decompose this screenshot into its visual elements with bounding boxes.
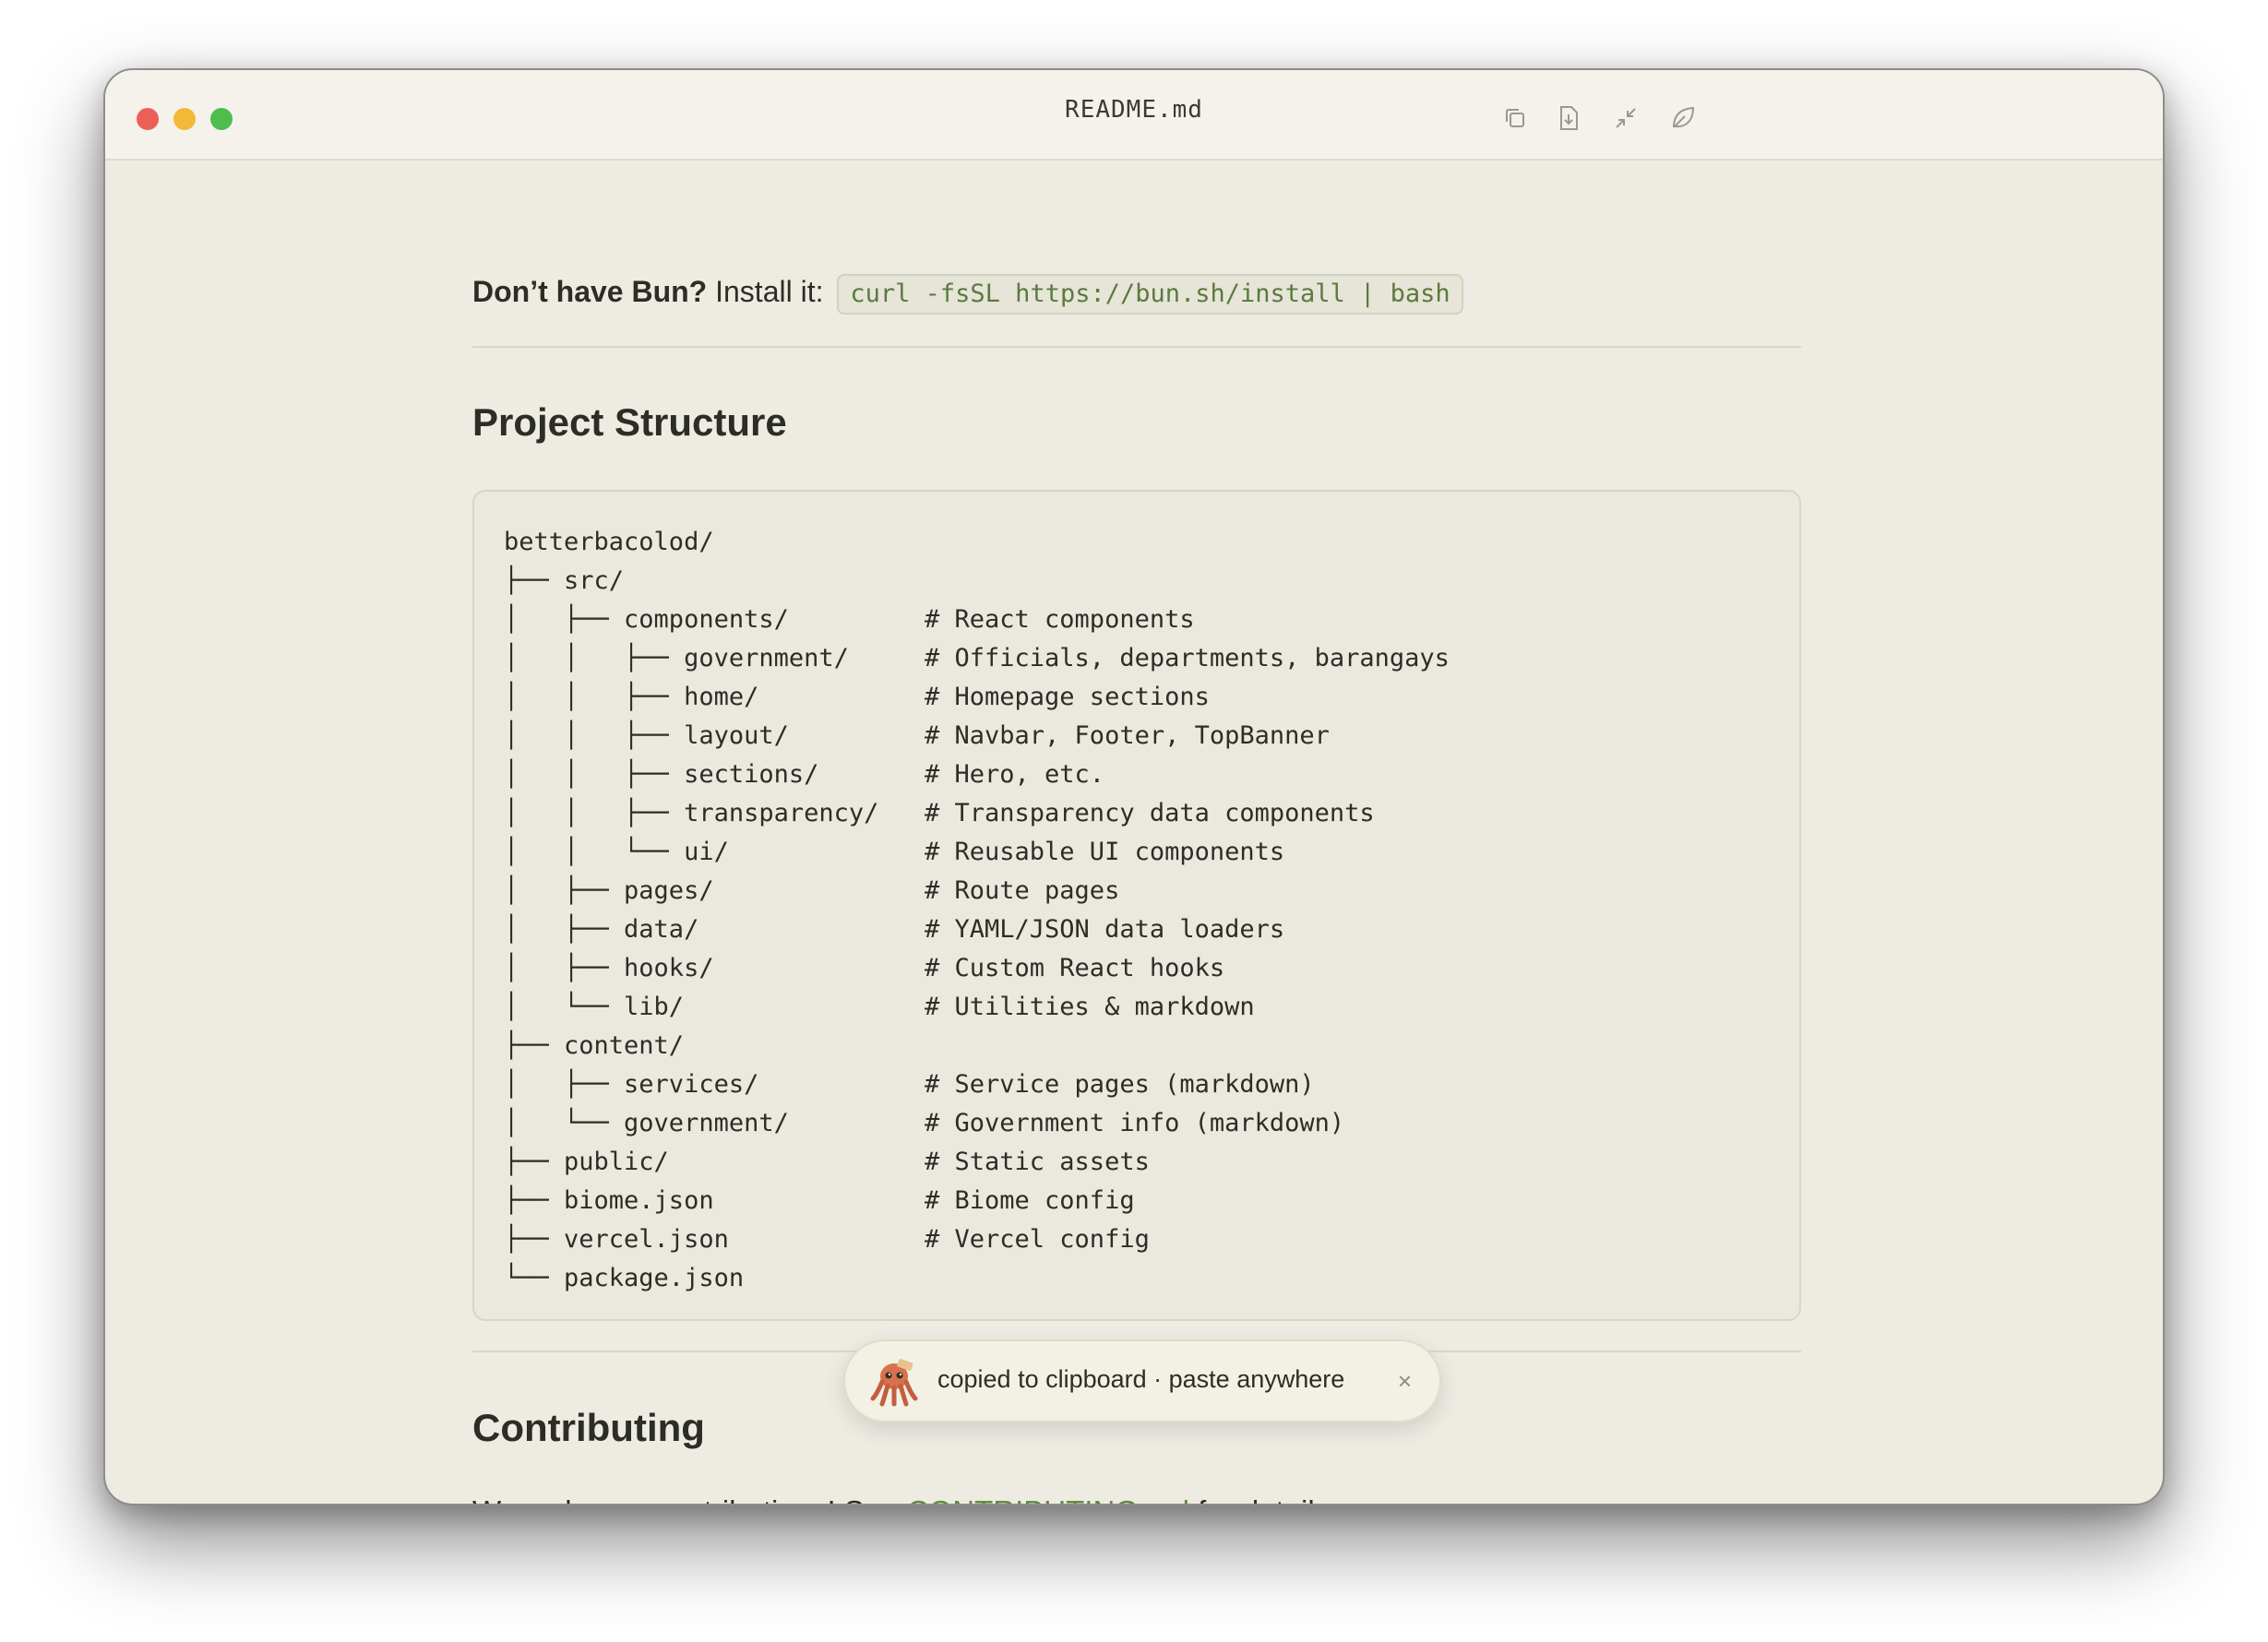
tree-comment: # YAML/JSON data loaders — [925, 915, 1285, 944]
tree-entry: ├── vercel.json — [504, 1225, 729, 1254]
install-command[interactable]: curl -fsSL https://bun.sh/install | bash — [837, 273, 1463, 315]
tree-entry: │ ├── hooks/ — [504, 954, 714, 982]
window-title: README.md — [1065, 96, 1203, 124]
code-line: │ │ └── ui/ # Reusable UI components — [504, 833, 1284, 872]
tree-comment: # Biome config — [925, 1186, 1135, 1215]
tree-entry: │ │ ├── sections/ — [504, 760, 819, 789]
tree-entry: │ │ ├── home/ — [504, 683, 759, 711]
contributing-paragraph: We welcome contributions! See CONTRIBUTI… — [472, 1494, 1338, 1504]
code-line: │ │ ├── transparency/ # Transparency data… — [504, 794, 1375, 833]
tree-entry: │ ├── services/ — [504, 1070, 759, 1099]
tree-entry: ├── content/ — [504, 1031, 685, 1060]
app-window: README.md Don’t have Bun? Install it: cu… — [103, 68, 2165, 1505]
tree-comment: # Navbar, Footer, TopBanner — [925, 721, 1330, 750]
tree-entry: ├── biome.json — [504, 1186, 714, 1215]
tree-entry: │ ├── pages/ — [504, 876, 714, 905]
code-line: ├── src/ — [504, 562, 624, 601]
code-line: │ ├── data/ # YAML/JSON data loaders — [504, 910, 1284, 949]
tree-comment: # Custom React hooks — [925, 954, 1225, 982]
code-line: │ │ ├── government/ # Officials, departme… — [504, 639, 1450, 678]
install-bold: Don’t have Bun? — [472, 275, 708, 308]
toast-message: copied to clipboard · paste anywhere — [937, 1365, 1345, 1393]
code-line: ├── biome.json # Biome config — [504, 1182, 1135, 1220]
code-line: betterbacolod/ — [504, 523, 714, 562]
octopus-mascot-icon — [869, 1358, 919, 1408]
title-bar: README.md — [105, 70, 2163, 161]
tree-comment: # Utilities & markdown — [925, 993, 1255, 1021]
copy-icon[interactable] — [1500, 103, 1530, 133]
project-structure-heading: Project Structure — [472, 400, 787, 444]
tree-entry: │ │ └── ui/ — [504, 838, 729, 866]
tree-entry: ├── public/ — [504, 1148, 669, 1176]
tree-entry: │ ├── data/ — [504, 915, 699, 944]
code-line: │ └── lib/ # Utilities & markdown — [504, 988, 1255, 1027]
tree-comment: # Static assets — [925, 1148, 1150, 1176]
download-icon[interactable] — [1554, 103, 1583, 133]
code-line: │ ├── hooks/ # Custom React hooks — [504, 949, 1224, 988]
code-line: ├── vercel.json # Vercel config — [504, 1220, 1150, 1259]
code-line: │ │ ├── layout/ # Navbar, Footer, TopBann… — [504, 717, 1330, 756]
code-line: │ ├── services/ # Service pages (markdown… — [504, 1065, 1315, 1104]
contributing-text-after: for details. — [1198, 1494, 1338, 1504]
collapse-icon[interactable] — [1611, 103, 1641, 133]
clipboard-toast: copied to clipboard · paste anywhere × — [843, 1339, 1441, 1422]
install-line: Don’t have Bun? Install it: curl -fsSL h… — [472, 269, 1463, 315]
leaf-icon[interactable] — [1668, 103, 1698, 133]
toast-close-button[interactable]: × — [1398, 1367, 1412, 1395]
tree-comment: # Service pages (markdown) — [925, 1070, 1315, 1099]
code-line: │ ├── components/ # React components — [504, 601, 1195, 639]
tree-entry: │ └── government/ — [504, 1109, 789, 1137]
tree-comment: # Route pages — [925, 876, 1120, 905]
tree-entry: │ │ ├── layout/ — [504, 721, 789, 750]
contributing-link[interactable]: CONTRIBUTING.md — [907, 1494, 1189, 1504]
tree-comment: # Officials, departments, barangays — [925, 644, 1450, 672]
tree-entry: betterbacolod/ — [504, 528, 714, 556]
contributing-text-before: We welcome contributions! See — [472, 1494, 899, 1504]
code-line: ├── public/ # Static assets — [504, 1143, 1150, 1182]
tree-entry: │ ├── components/ — [504, 605, 789, 634]
tree-entry: │ │ ├── government/ — [504, 644, 849, 672]
tree-comment: # React components — [925, 605, 1195, 634]
tree-comment: # Reusable UI components — [925, 838, 1285, 866]
tree-comment: # Vercel config — [925, 1225, 1150, 1254]
tree-comment: # Government info (markdown) — [925, 1109, 1345, 1137]
code-line: │ └── government/ # Government info (mark… — [504, 1104, 1344, 1143]
install-text: Install it: — [715, 275, 824, 308]
tree-entry: ├── src/ — [504, 566, 625, 595]
code-line: ├── content/ — [504, 1027, 684, 1065]
tree-entry: │ └── lib/ — [504, 993, 685, 1021]
code-line: │ │ ├── sections/ # Hero, etc. — [504, 756, 1104, 794]
divider — [472, 346, 1801, 348]
contributing-heading: Contributing — [472, 1406, 705, 1449]
code-line: └── package.json — [504, 1259, 744, 1298]
tree-entry: └── package.json — [504, 1264, 745, 1292]
project-structure-codeblock[interactable]: betterbacolod/ ├── src/ │ ├── components/ #… — [472, 490, 1801, 1321]
tree-comment: # Homepage sections — [925, 683, 1210, 711]
tree-comment: # Transparency data components — [925, 799, 1375, 827]
tree-comment: # Hero, etc. — [925, 760, 1105, 789]
tree-entry: │ │ ├── transparency/ — [504, 799, 879, 827]
code-line: │ ├── pages/ # Route pages — [504, 872, 1119, 910]
code-line: │ │ ├── home/ # Homepage sections — [504, 678, 1210, 717]
